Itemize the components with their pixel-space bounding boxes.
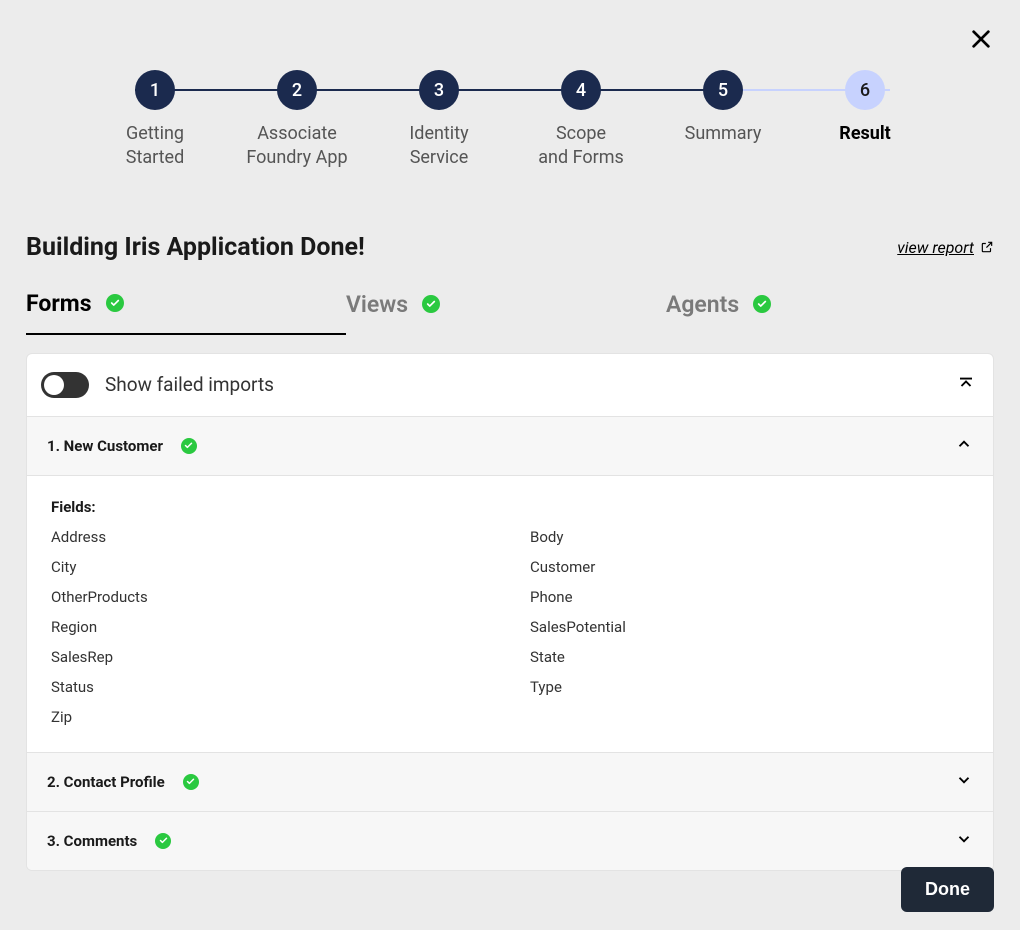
step-label-5: Summary bbox=[685, 122, 762, 146]
results-panel: Show failed imports 1. New Customer Field… bbox=[26, 353, 994, 871]
accordion-title: 2. Contact Profile bbox=[47, 773, 165, 791]
result-content: Building Iris Application Done! view rep… bbox=[0, 201, 1020, 896]
accordion-item: 3. Comments bbox=[27, 811, 993, 870]
step-label-3: IdentityService bbox=[409, 122, 468, 171]
field-name: Zip bbox=[51, 708, 490, 726]
field-name: Phone bbox=[530, 588, 969, 606]
step-circle-5: 5 bbox=[703, 70, 743, 110]
step-3[interactable]: 3 IdentityService bbox=[374, 70, 504, 171]
field-name: Region bbox=[51, 618, 490, 636]
tab-label: Forms bbox=[26, 290, 92, 317]
accordion-header[interactable]: 3. Comments bbox=[27, 812, 993, 870]
step-label-1: GettingStarted bbox=[126, 122, 185, 171]
check-icon bbox=[753, 295, 771, 313]
check-icon bbox=[181, 438, 197, 454]
check-icon bbox=[183, 774, 199, 790]
tab-agents[interactable]: Agents bbox=[666, 290, 986, 335]
view-report-label: view report bbox=[897, 238, 974, 257]
field-name: Body bbox=[530, 528, 969, 546]
field-name: Address bbox=[51, 528, 490, 546]
step-5[interactable]: 5 Summary bbox=[658, 70, 788, 171]
collapse-all-icon[interactable] bbox=[957, 374, 975, 396]
stepper: 1 GettingStarted 2 AssociateFoundry App 3 Ide… bbox=[0, 0, 1020, 201]
view-report-link[interactable]: view report bbox=[897, 238, 994, 257]
accordion-item: 1. New Customer Fields: Address City OtherPr… bbox=[27, 416, 993, 752]
field-name: City bbox=[51, 558, 490, 576]
show-failed-label: Show failed imports bbox=[105, 373, 274, 396]
accordion-header[interactable]: 2. Contact Profile bbox=[27, 753, 993, 811]
step-1[interactable]: 1 GettingStarted bbox=[90, 70, 220, 171]
step-4[interactable]: 4 Scopeand Forms bbox=[516, 70, 646, 171]
step-circle-6: 6 bbox=[845, 70, 885, 110]
chevron-down-icon bbox=[955, 771, 973, 793]
check-icon bbox=[422, 295, 440, 313]
chevron-up-icon bbox=[955, 435, 973, 457]
tab-label: Agents bbox=[666, 291, 739, 318]
accordion-header[interactable]: 1. New Customer bbox=[27, 417, 993, 475]
accordion-list: 1. New Customer Fields: Address City OtherPr… bbox=[27, 416, 993, 870]
field-name: Status bbox=[51, 678, 490, 696]
accordion-title: 3. Comments bbox=[47, 832, 137, 850]
show-failed-toggle[interactable] bbox=[41, 372, 89, 398]
field-name: State bbox=[530, 648, 969, 666]
accordion-body: Fields: Address City OtherProducts Region Sal… bbox=[27, 475, 993, 752]
field-name: SalesPotential bbox=[530, 618, 969, 636]
accordion-title: 1. New Customer bbox=[47, 437, 163, 455]
chevron-down-icon bbox=[955, 830, 973, 852]
field-name: Type bbox=[530, 678, 969, 696]
field-name: Customer bbox=[530, 558, 969, 576]
step-circle-3: 3 bbox=[419, 70, 459, 110]
external-link-icon bbox=[980, 240, 994, 254]
field-name: SalesRep bbox=[51, 648, 490, 666]
accordion-item: 2. Contact Profile bbox=[27, 752, 993, 811]
fields-grid: Address City OtherProducts Region SalesRep St… bbox=[51, 528, 969, 726]
step-circle-1: 1 bbox=[135, 70, 175, 110]
field-name: OtherProducts bbox=[51, 588, 490, 606]
check-icon bbox=[106, 294, 124, 312]
toggle-knob bbox=[44, 375, 64, 395]
step-2[interactable]: 2 AssociateFoundry App bbox=[232, 70, 362, 171]
step-label-4: Scopeand Forms bbox=[538, 122, 624, 171]
step-circle-2: 2 bbox=[277, 70, 317, 110]
done-button[interactable]: Done bbox=[901, 867, 994, 912]
failed-imports-row: Show failed imports bbox=[27, 354, 993, 416]
check-icon bbox=[155, 833, 171, 849]
step-circle-4: 4 bbox=[561, 70, 601, 110]
fields-label: Fields: bbox=[51, 498, 969, 516]
step-6[interactable]: 6 Result bbox=[800, 70, 930, 171]
result-tabs: Forms Views Agents bbox=[26, 290, 994, 335]
tab-forms[interactable]: Forms bbox=[26, 290, 346, 335]
page-title: Building Iris Application Done! bbox=[26, 233, 365, 262]
step-label-6: Result bbox=[839, 122, 890, 146]
step-label-2: AssociateFoundry App bbox=[246, 122, 347, 171]
tab-label: Views bbox=[346, 291, 408, 318]
tab-views[interactable]: Views bbox=[346, 290, 666, 335]
